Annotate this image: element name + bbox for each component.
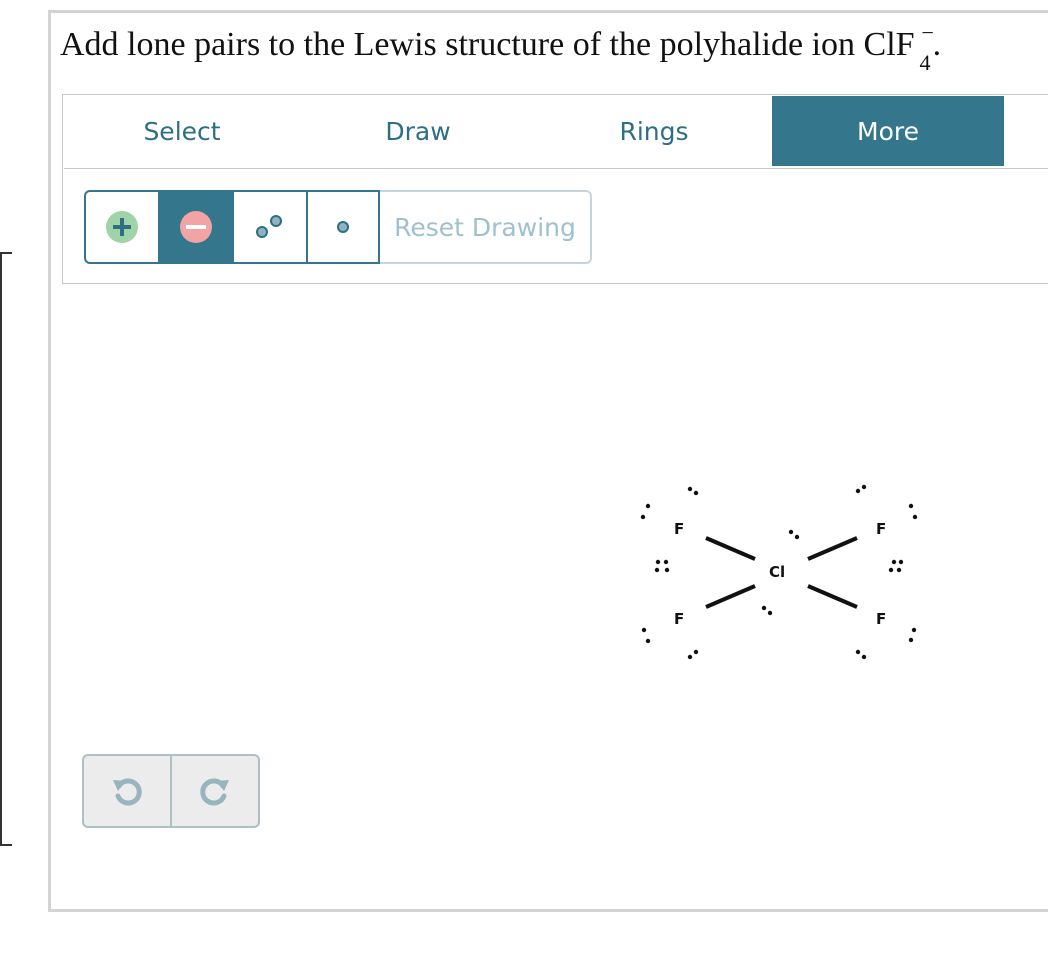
redo-button[interactable] [172, 756, 258, 826]
lone-pairs-f-top-right [855, 484, 918, 573]
single-electron-icon [337, 221, 349, 233]
atom-f-top-left: F [674, 520, 684, 538]
answer-bracket [0, 252, 12, 846]
plus-charge-icon [106, 211, 138, 243]
tab-select[interactable]: Select [64, 96, 300, 166]
lewis-structure-canvas[interactable]: F F F F Cl [620, 470, 950, 670]
lone-pairs-f-bottom-left [641, 559, 699, 660]
redo-icon [200, 778, 229, 806]
add-radical-button[interactable] [306, 190, 380, 264]
tab-more[interactable]: More [772, 96, 1004, 166]
undo-icon [113, 778, 142, 806]
bond-cl-f-top-left [705, 536, 756, 561]
formula-main: ClF [863, 26, 915, 63]
clf4-structure: F F F F Cl [640, 484, 918, 660]
atom-f-bottom-left: F [674, 610, 684, 628]
lone-pair-icon [256, 215, 282, 238]
atom-f-top-right: F [876, 520, 886, 538]
lone-pairs-f-top-left [640, 486, 699, 573]
tab-rings[interactable]: Rings [536, 96, 772, 166]
add-lone-pair-button[interactable] [232, 190, 306, 264]
formula-charge: − [921, 20, 934, 45]
question-prompt: Add lone pairs to the Lewis structure of… [60, 20, 941, 75]
atom-f-bottom-right: F [876, 610, 886, 628]
tabbar-divider [64, 168, 1048, 169]
reset-drawing-button[interactable]: Reset Drawing [380, 190, 592, 264]
add-positive-charge-button[interactable] [84, 190, 158, 264]
ion-formula: ClF − 4 [863, 20, 934, 75]
add-negative-charge-button[interactable] [158, 190, 232, 264]
atom-cl-center: Cl [769, 563, 785, 581]
bond-cl-f-top-right [807, 536, 858, 561]
formula-subscript: 4 [919, 50, 931, 75]
undo-button[interactable] [84, 756, 172, 826]
question-text: Add lone pairs to the Lewis structure of… [60, 26, 856, 63]
bond-cl-f-bottom-left [705, 584, 756, 609]
tab-draw[interactable]: Draw [300, 96, 536, 166]
minus-charge-icon [180, 211, 212, 243]
history-controls [82, 754, 260, 828]
bond-cl-f-bottom-right [807, 584, 858, 609]
electron-toolbar: Reset Drawing [84, 190, 592, 264]
